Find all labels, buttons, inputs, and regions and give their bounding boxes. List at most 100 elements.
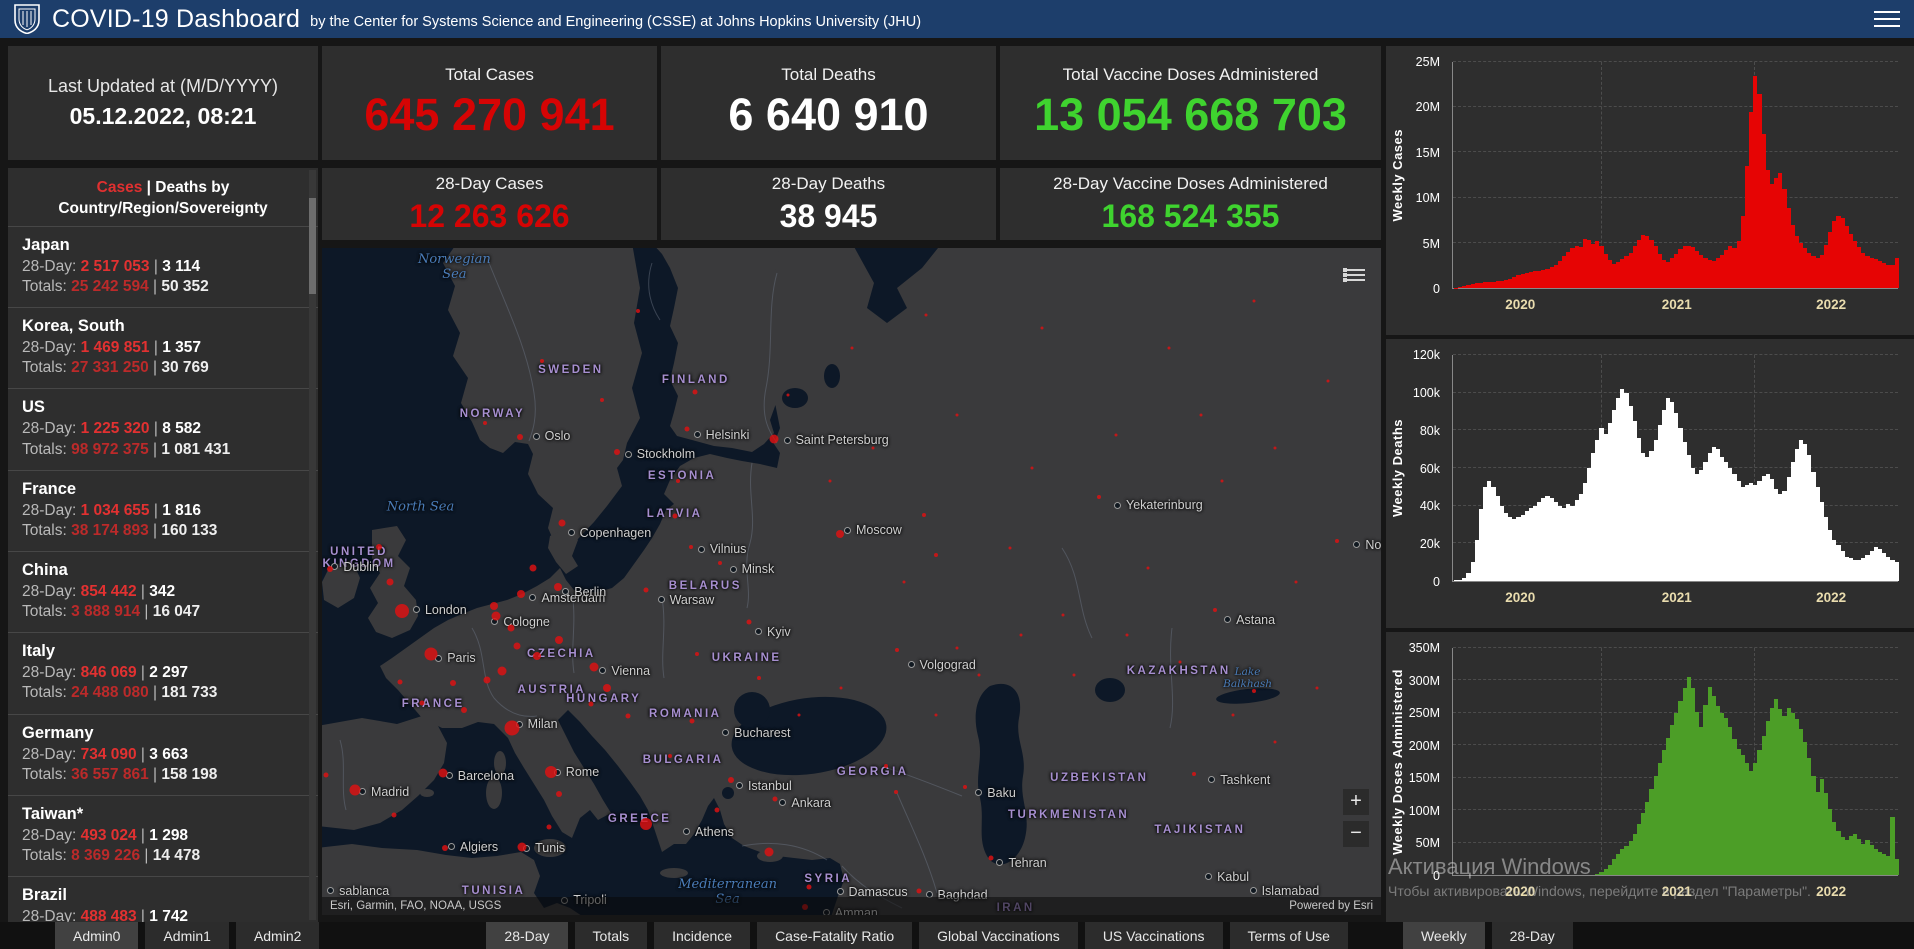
case-bubble[interactable] <box>1334 539 1339 544</box>
country-row-china[interactable]: China 28-Day: 854 442 | 342 Totals: 3 888 … <box>8 550 318 632</box>
case-bubble[interactable] <box>625 713 631 719</box>
case-bubble[interactable] <box>540 359 545 364</box>
case-bubble[interactable] <box>769 434 779 444</box>
case-bubble[interactable] <box>419 700 425 706</box>
case-bubble[interactable] <box>555 636 564 645</box>
country-row-us[interactable]: US 28-Day: 1 225 320 | 8 582 Totals: 98 97… <box>8 388 318 469</box>
tab-right-weekly[interactable]: Weekly <box>1402 922 1485 949</box>
case-bubble[interactable] <box>934 713 938 717</box>
case-bubble[interactable] <box>544 766 557 779</box>
case-bubble[interactable] <box>977 673 981 677</box>
case-bubble[interactable] <box>672 513 678 519</box>
case-bubble[interactable] <box>558 519 566 527</box>
case-bubble[interactable] <box>916 888 922 894</box>
case-bubble[interactable] <box>797 713 801 717</box>
tab-middle-us-vaccinations[interactable]: US Vaccinations <box>1084 922 1223 949</box>
world-map[interactable]: Norwegian SeaNorth SeaMediterranean SeaL… <box>322 248 1381 915</box>
case-bubble[interactable] <box>828 479 832 483</box>
case-bubble[interactable] <box>483 676 491 684</box>
case-bubble[interactable] <box>1097 495 1102 500</box>
case-bubble[interactable] <box>714 807 720 813</box>
case-bubble[interactable] <box>529 564 537 572</box>
map-zoom-out-button[interactable]: − <box>1343 821 1369 847</box>
case-bubble[interactable] <box>884 763 889 768</box>
case-bubble[interactable] <box>962 784 967 789</box>
tab-left-admin2[interactable]: Admin2 <box>235 922 320 949</box>
case-bubble[interactable] <box>850 346 853 350</box>
case-bubble[interactable] <box>513 642 521 650</box>
tab-left-admin1[interactable]: Admin1 <box>145 922 229 949</box>
case-bubble[interactable] <box>1072 673 1076 677</box>
weekly-doses-administered-bars[interactable] <box>1454 648 1899 875</box>
case-bubble[interactable] <box>786 393 790 397</box>
case-bubble[interactable] <box>460 706 467 713</box>
case-bubble[interactable] <box>1252 299 1256 303</box>
case-bubble[interactable] <box>835 530 844 539</box>
case-bubble[interactable] <box>772 796 778 802</box>
country-row-france[interactable]: France 28-Day: 1 034 655 | 1 816 Totals: 3… <box>8 469 318 551</box>
case-bubble[interactable] <box>746 619 752 625</box>
tab-middle-incidence[interactable]: Incidence <box>654 922 751 949</box>
case-bubble[interactable] <box>895 647 900 652</box>
case-bubble[interactable] <box>554 582 563 591</box>
case-bubble[interactable] <box>871 446 875 450</box>
case-bubble[interactable] <box>397 679 403 685</box>
hamburger-icon[interactable] <box>1874 6 1900 32</box>
case-bubble[interactable] <box>424 647 438 661</box>
weekly-deaths-bars[interactable] <box>1454 355 1899 581</box>
case-bubble[interactable] <box>675 479 680 484</box>
case-bubble[interactable] <box>839 686 843 690</box>
case-bubble[interactable] <box>532 652 541 661</box>
country-row-germany[interactable]: Germany 28-Day: 734 090 | 3 663 Totals: 36… <box>8 713 318 795</box>
country-row-italy[interactable]: Italy 28-Day: 846 069 | 2 297 Totals: 24 4… <box>8 632 318 713</box>
case-bubble[interactable] <box>599 398 604 403</box>
case-bubble[interactable] <box>491 611 501 621</box>
case-bubble[interactable] <box>1220 479 1224 483</box>
map-legend-icon[interactable] <box>1343 266 1365 284</box>
case-bubble[interactable] <box>327 566 334 573</box>
case-bubble[interactable] <box>1191 771 1196 776</box>
country-row-japan[interactable]: Japan 28-Day: 2 517 053 | 3 114 Totals: 25… <box>8 225 318 307</box>
case-bubble[interactable] <box>934 552 939 557</box>
case-bubble[interactable] <box>497 666 507 676</box>
tab-middle-case-fatality-ratio[interactable]: Case-Fatality Ratio <box>757 922 913 949</box>
case-bubble[interactable] <box>988 855 994 861</box>
country-row-taiwan-[interactable]: Taiwan* 28-Day: 493 024 | 1 298 Totals: 8 … <box>8 794 318 876</box>
case-bubble[interactable] <box>489 601 498 610</box>
case-bubble[interactable] <box>1061 613 1065 617</box>
case-bubble[interactable] <box>507 624 514 632</box>
case-bubble[interactable] <box>1251 688 1256 693</box>
case-bubble[interactable] <box>546 824 552 830</box>
case-bubble[interactable] <box>588 701 594 707</box>
map-zoom-in-button[interactable]: + <box>1343 789 1369 815</box>
case-bubble[interactable] <box>764 847 774 857</box>
case-bubble[interactable] <box>517 589 526 598</box>
tab-middle-28-day[interactable]: 28-Day <box>486 922 568 949</box>
case-bubble[interactable] <box>921 512 926 517</box>
case-bubble[interactable] <box>323 772 329 778</box>
tab-middle-global-vaccinations[interactable]: Global Vaccinations <box>919 922 1078 949</box>
case-bubble[interactable] <box>692 389 698 395</box>
case-bubble[interactable] <box>376 543 383 550</box>
case-bubble[interactable] <box>1019 633 1023 637</box>
case-bubble[interactable] <box>517 434 524 441</box>
country-row-brazil[interactable]: Brazil28-Day: 488 483 | 1 742Totals: 35 … <box>8 876 318 922</box>
case-bubble[interactable] <box>955 646 959 650</box>
case-bubble[interactable] <box>668 754 673 759</box>
case-bubble[interactable] <box>1326 379 1330 383</box>
case-bubble[interactable] <box>806 884 812 890</box>
case-bubble[interactable] <box>727 777 734 784</box>
tab-middle-totals[interactable]: Totals <box>574 922 648 949</box>
case-bubble[interactable] <box>391 812 397 818</box>
case-bubble[interactable] <box>556 790 563 797</box>
case-bubble[interactable] <box>893 790 898 795</box>
case-bubble[interactable] <box>1030 466 1034 470</box>
case-bubble[interactable] <box>1199 413 1203 417</box>
case-bubble[interactable] <box>1167 346 1171 350</box>
case-bubble[interactable] <box>438 768 448 778</box>
case-bubble[interactable] <box>441 844 448 851</box>
case-bubble[interactable] <box>349 784 361 796</box>
tab-left-admin0[interactable]: Admin0 <box>55 922 139 949</box>
case-bubble[interactable] <box>1146 566 1150 570</box>
case-bubble[interactable] <box>483 420 488 425</box>
